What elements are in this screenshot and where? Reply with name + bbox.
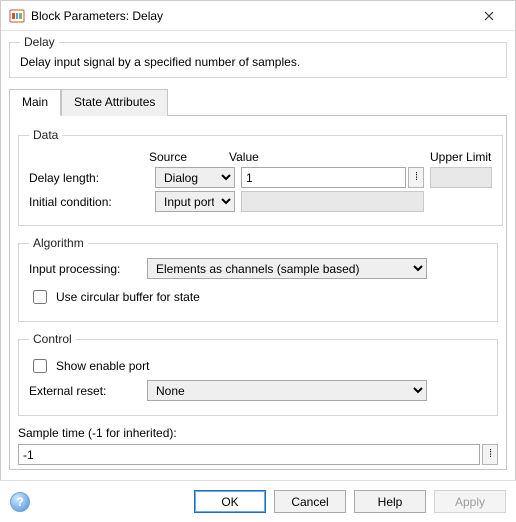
help-button[interactable]: Help bbox=[354, 490, 426, 513]
window-title: Block Parameters: Delay bbox=[31, 9, 469, 23]
control-group: Control Show enable port External reset:… bbox=[18, 332, 498, 416]
sample-time-input[interactable] bbox=[18, 444, 480, 465]
input-processing-select[interactable]: Elements as channels (sample based) bbox=[147, 258, 427, 279]
data-group-label: Data bbox=[29, 128, 62, 142]
dialog-footer: ? OK Cancel Help Apply bbox=[0, 480, 516, 522]
cancel-button[interactable]: Cancel bbox=[274, 490, 346, 513]
ok-button[interactable]: OK bbox=[194, 490, 266, 513]
circular-buffer-label: Use circular buffer for state bbox=[56, 290, 200, 304]
show-enable-port-checkbox[interactable] bbox=[33, 359, 47, 373]
tab-main-panel: Data Source Value Upper Limit Delay leng… bbox=[9, 116, 507, 470]
tab-main[interactable]: Main bbox=[9, 89, 61, 116]
tabstrip: Main State Attributes bbox=[9, 88, 507, 116]
description-group: Delay Delay input signal by a specified … bbox=[9, 35, 507, 78]
close-button[interactable] bbox=[469, 2, 509, 30]
external-reset-label: External reset: bbox=[29, 384, 139, 398]
initial-condition-label: Initial condition: bbox=[29, 195, 149, 209]
description-group-label: Delay bbox=[20, 35, 59, 49]
delay-length-value-input[interactable] bbox=[241, 167, 406, 188]
control-group-label: Control bbox=[29, 332, 76, 346]
input-processing-label: Input processing: bbox=[29, 262, 139, 276]
help-icon[interactable]: ? bbox=[10, 492, 30, 512]
app-icon bbox=[9, 8, 25, 24]
tab-state-attributes[interactable]: State Attributes bbox=[61, 89, 168, 116]
algorithm-group-label: Algorithm bbox=[29, 236, 88, 250]
col-header-upper-limit: Upper Limit bbox=[430, 150, 492, 164]
apply-button: Apply bbox=[434, 490, 506, 513]
data-group: Data Source Value Upper Limit Delay leng… bbox=[18, 128, 503, 226]
dialog-content: Delay Delay input signal by a specified … bbox=[1, 31, 515, 470]
delay-length-label: Delay length: bbox=[29, 171, 149, 185]
col-header-value: Value bbox=[229, 150, 430, 164]
show-enable-port-label: Show enable port bbox=[56, 359, 149, 373]
algorithm-group: Algorithm Input processing: Elements as … bbox=[18, 236, 498, 322]
sample-time-label: Sample time (-1 for inherited): bbox=[18, 426, 498, 440]
col-header-source: Source bbox=[149, 150, 229, 164]
initial-condition-source-select[interactable]: Input port bbox=[155, 191, 235, 212]
delay-length-upper-limit-input bbox=[430, 167, 492, 188]
circular-buffer-checkbox[interactable] bbox=[33, 290, 47, 304]
description-text: Delay input signal by a specified number… bbox=[20, 55, 496, 69]
sample-time-more-button[interactable]: ⁞ bbox=[482, 444, 498, 465]
external-reset-select[interactable]: None bbox=[147, 380, 427, 401]
delay-length-source-select[interactable]: Dialog bbox=[155, 167, 235, 188]
initial-condition-value-input bbox=[241, 191, 424, 212]
titlebar: Block Parameters: Delay bbox=[1, 1, 515, 31]
delay-length-more-button[interactable]: ⁞ bbox=[408, 167, 424, 188]
